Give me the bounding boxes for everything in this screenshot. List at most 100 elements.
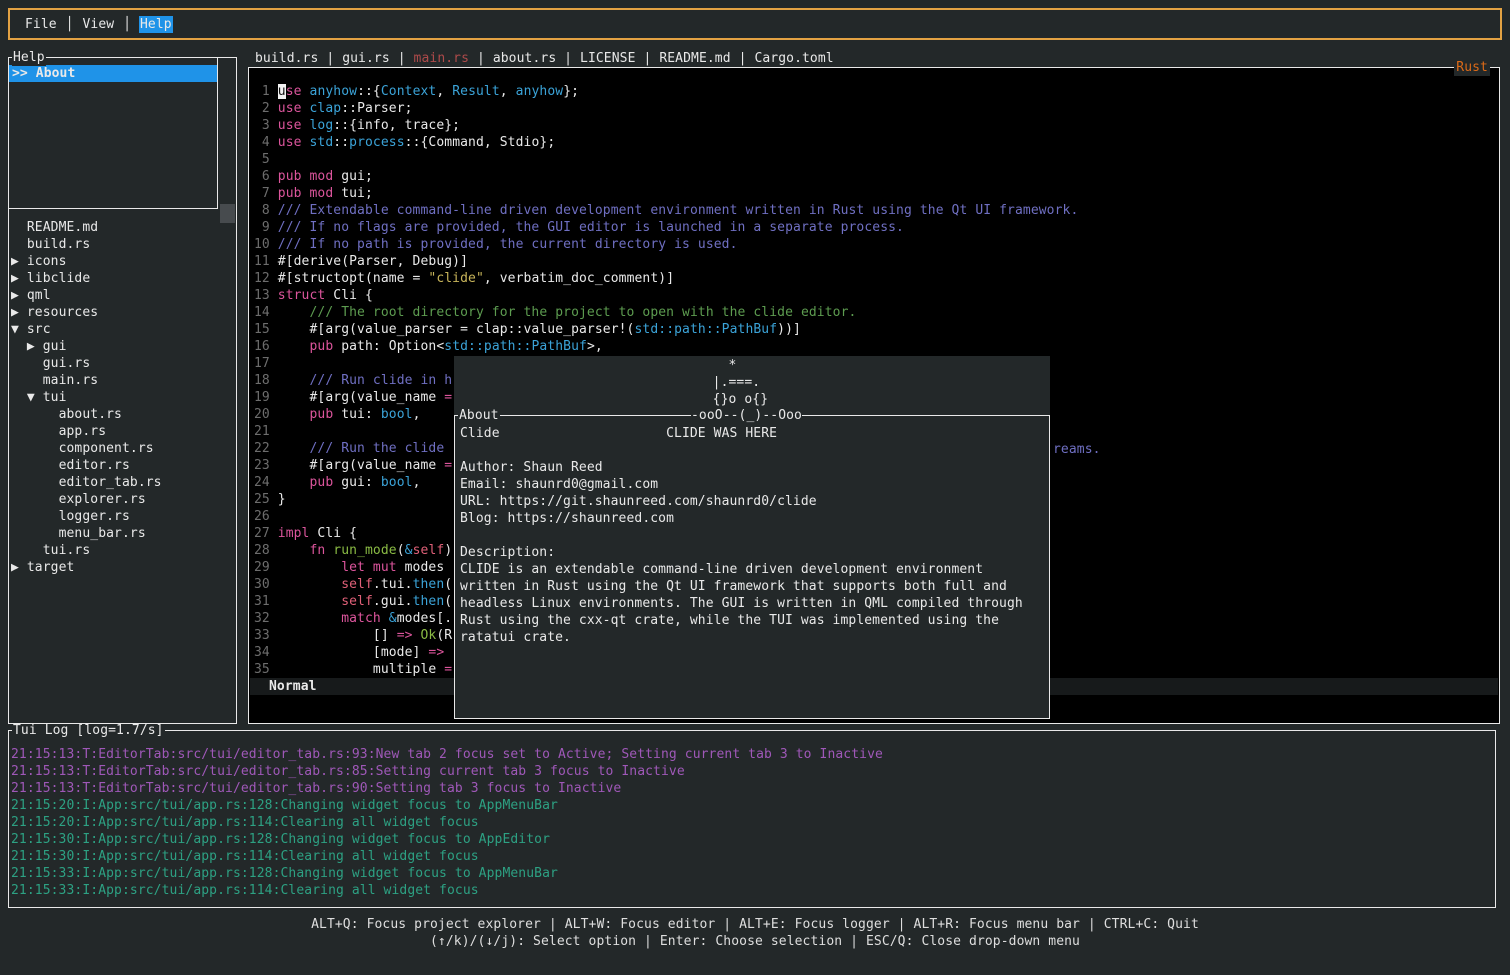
code-line: 8 /// Extendable command-line driven dev… xyxy=(249,202,1498,219)
file-tree: README.md build.rs▶ icons▶ libclide▶ qml… xyxy=(11,219,234,576)
tree-item-app-rs[interactable]: app.rs xyxy=(11,423,234,440)
collapse-icon[interactable]: ▼ xyxy=(27,390,35,405)
tree-item-gui[interactable]: ▶ gui xyxy=(11,338,234,355)
tree-item-component-rs[interactable]: component.rs xyxy=(11,440,234,457)
tree-item-label: target xyxy=(27,560,75,575)
tree-item-qml[interactable]: ▶ qml xyxy=(11,287,234,304)
editor-tabs: build.rs | gui.rs | main.rs | about.rs |… xyxy=(255,50,834,67)
expand-icon[interactable]: ▶ xyxy=(11,560,19,575)
about-dialog-line: Blog: https://shaunreed.com xyxy=(460,510,1047,527)
tree-item-src[interactable]: ▼ src xyxy=(11,321,234,338)
menu-separator: │ xyxy=(115,16,139,33)
about-dialog-line: Description: xyxy=(460,544,1047,561)
editor-tab-Cargo-toml[interactable]: Cargo.toml xyxy=(754,51,833,66)
line-number: 21 xyxy=(254,424,278,439)
tree-item-label: about.rs xyxy=(59,407,122,422)
code-line: 5 xyxy=(249,151,1498,168)
tree-item-label: explorer.rs xyxy=(59,492,146,507)
menu-item-help[interactable]: Help xyxy=(139,16,173,33)
tree-item-libclide[interactable]: ▶ libclide xyxy=(11,270,234,287)
help-dropdown-title: Help xyxy=(12,49,46,66)
expand-icon[interactable]: ▶ xyxy=(11,288,19,303)
collapse-icon[interactable]: ▼ xyxy=(11,322,19,337)
editor-tab-build-rs[interactable]: build.rs xyxy=(255,51,318,66)
editor-tab-main-rs[interactable]: main.rs xyxy=(414,51,470,66)
editor-tab-gui-rs[interactable]: gui.rs xyxy=(342,51,390,66)
tree-item-main-rs[interactable]: main.rs xyxy=(11,372,234,389)
tree-item-label: main.rs xyxy=(43,373,99,388)
line-number: 18 xyxy=(254,373,278,388)
tree-item-resources[interactable]: ▶ resources xyxy=(11,304,234,321)
editor-panel[interactable]: Rust 1 use anyhow::{Context, Result, any… xyxy=(248,67,1500,724)
line-number: 34 xyxy=(254,645,278,660)
tree-item-icons[interactable]: ▶ icons xyxy=(11,253,234,270)
expand-icon[interactable]: ▶ xyxy=(27,339,35,354)
line-number: 22 xyxy=(254,441,278,456)
line-number: 33 xyxy=(254,628,278,643)
expand-icon[interactable]: ▶ xyxy=(11,305,19,320)
code-line: 4 use std::process::{Command, Stdio}; xyxy=(249,134,1498,151)
log-entry: 21:15:13:T:EditorTab:src/tui/editor_tab.… xyxy=(11,746,1493,763)
about-dialog-line: ratatui crate. xyxy=(460,629,1047,646)
line-number: 5 xyxy=(254,152,278,167)
tab-separator: | xyxy=(469,51,493,66)
menu-item-view[interactable]: View xyxy=(82,16,116,33)
about-dialog-line: Email: shaunrd0@gmail.com xyxy=(460,476,1047,493)
tree-item-editor-rs[interactable]: editor.rs xyxy=(11,457,234,474)
tree-item-label: logger.rs xyxy=(59,509,130,524)
line-number: 15 xyxy=(254,322,278,337)
menu-item-file[interactable]: File xyxy=(24,16,58,33)
tree-item-gui-rs[interactable]: gui.rs xyxy=(11,355,234,372)
about-dialog-line: written in Rust using the Qt UI framewor… xyxy=(460,578,1047,595)
keybinding-help-bar: ALT+Q: Focus project explorer | ALT+W: F… xyxy=(0,916,1510,950)
tab-separator: | xyxy=(318,51,342,66)
tree-item-label: tui.rs xyxy=(43,543,91,558)
line-number: 6 xyxy=(254,169,278,184)
tree-item-explorer-rs[interactable]: explorer.rs xyxy=(11,491,234,508)
tree-item-label: icons xyxy=(27,254,67,269)
editor-mode-indicator: Normal xyxy=(250,679,317,694)
tree-item-target[interactable]: ▶ target xyxy=(11,559,234,576)
about-dialog: * |.===. {}o o{} About -ooO--(_)--Ooo Cl… xyxy=(454,356,1050,719)
code-line: 16 pub path: Option<std::path::PathBuf>, xyxy=(249,338,1498,355)
editor-tab-LICENSE[interactable]: LICENSE xyxy=(580,51,636,66)
log-entry: 21:15:30:I:App:src/tui/app.rs:128:Changi… xyxy=(11,831,1493,848)
tree-item-label: menu_bar.rs xyxy=(59,526,146,541)
line-number: 23 xyxy=(254,458,278,473)
tree-item-README-md[interactable]: README.md xyxy=(11,219,234,236)
about-dialog-line: Author: Shaun Reed xyxy=(460,459,1047,476)
log-entry: 21:15:30:I:App:src/tui/app.rs:114:Cleari… xyxy=(11,848,1493,865)
code-line: 9 /// If no flags are provided, the GUI … xyxy=(249,219,1498,236)
log-entry: 21:15:20:I:App:src/tui/app.rs:114:Cleari… xyxy=(11,814,1493,831)
expand-icon[interactable]: ▶ xyxy=(11,271,19,286)
code-line: 1 use anyhow::{Context, Result, anyhow}; xyxy=(249,83,1498,100)
tab-separator: | xyxy=(731,51,755,66)
editor-tab-README-md[interactable]: README.md xyxy=(659,51,730,66)
line-number: 20 xyxy=(254,407,278,422)
tree-item-label: tui xyxy=(43,390,67,405)
editor-tab-about-rs[interactable]: about.rs xyxy=(493,51,556,66)
menu-separator: │ xyxy=(58,16,82,33)
about-dialog-line xyxy=(460,527,1047,544)
tui-log-panel[interactable]: Tui Log [log=1.7/s] 21:15:13:T:EditorTab… xyxy=(8,730,1496,908)
tree-item-logger-rs[interactable]: logger.rs xyxy=(11,508,234,525)
clide-tui-app: File │ View │ Help README.md build.rs▶ i… xyxy=(0,0,1510,975)
tree-item-label: app.rs xyxy=(59,424,107,439)
dropdown-item-about[interactable]: >> About xyxy=(9,65,217,82)
tree-item-tui[interactable]: ▼ tui xyxy=(11,389,234,406)
line-number: 7 xyxy=(254,186,278,201)
tree-item-tui-rs[interactable]: tui.rs xyxy=(11,542,234,559)
line-number: 30 xyxy=(254,577,278,592)
line-number: 13 xyxy=(254,288,278,303)
tree-item-about-rs[interactable]: about.rs xyxy=(11,406,234,423)
tree-item-build-rs[interactable]: build.rs xyxy=(11,236,234,253)
line-number: 32 xyxy=(254,611,278,626)
tree-item-editor_tab-rs[interactable]: editor_tab.rs xyxy=(11,474,234,491)
explorer-scrollbar-thumb[interactable] xyxy=(220,204,235,223)
tree-item-menu_bar-rs[interactable]: menu_bar.rs xyxy=(11,525,234,542)
code-line: 15 #[arg(value_parser = clap::value_pars… xyxy=(249,321,1498,338)
line-number: 12 xyxy=(254,271,278,286)
about-dialog-ascii-art: * |.===. {}o o{} xyxy=(454,357,768,408)
expand-icon[interactable]: ▶ xyxy=(11,254,19,269)
code-line: 11 #[derive(Parser, Debug)] xyxy=(249,253,1498,270)
